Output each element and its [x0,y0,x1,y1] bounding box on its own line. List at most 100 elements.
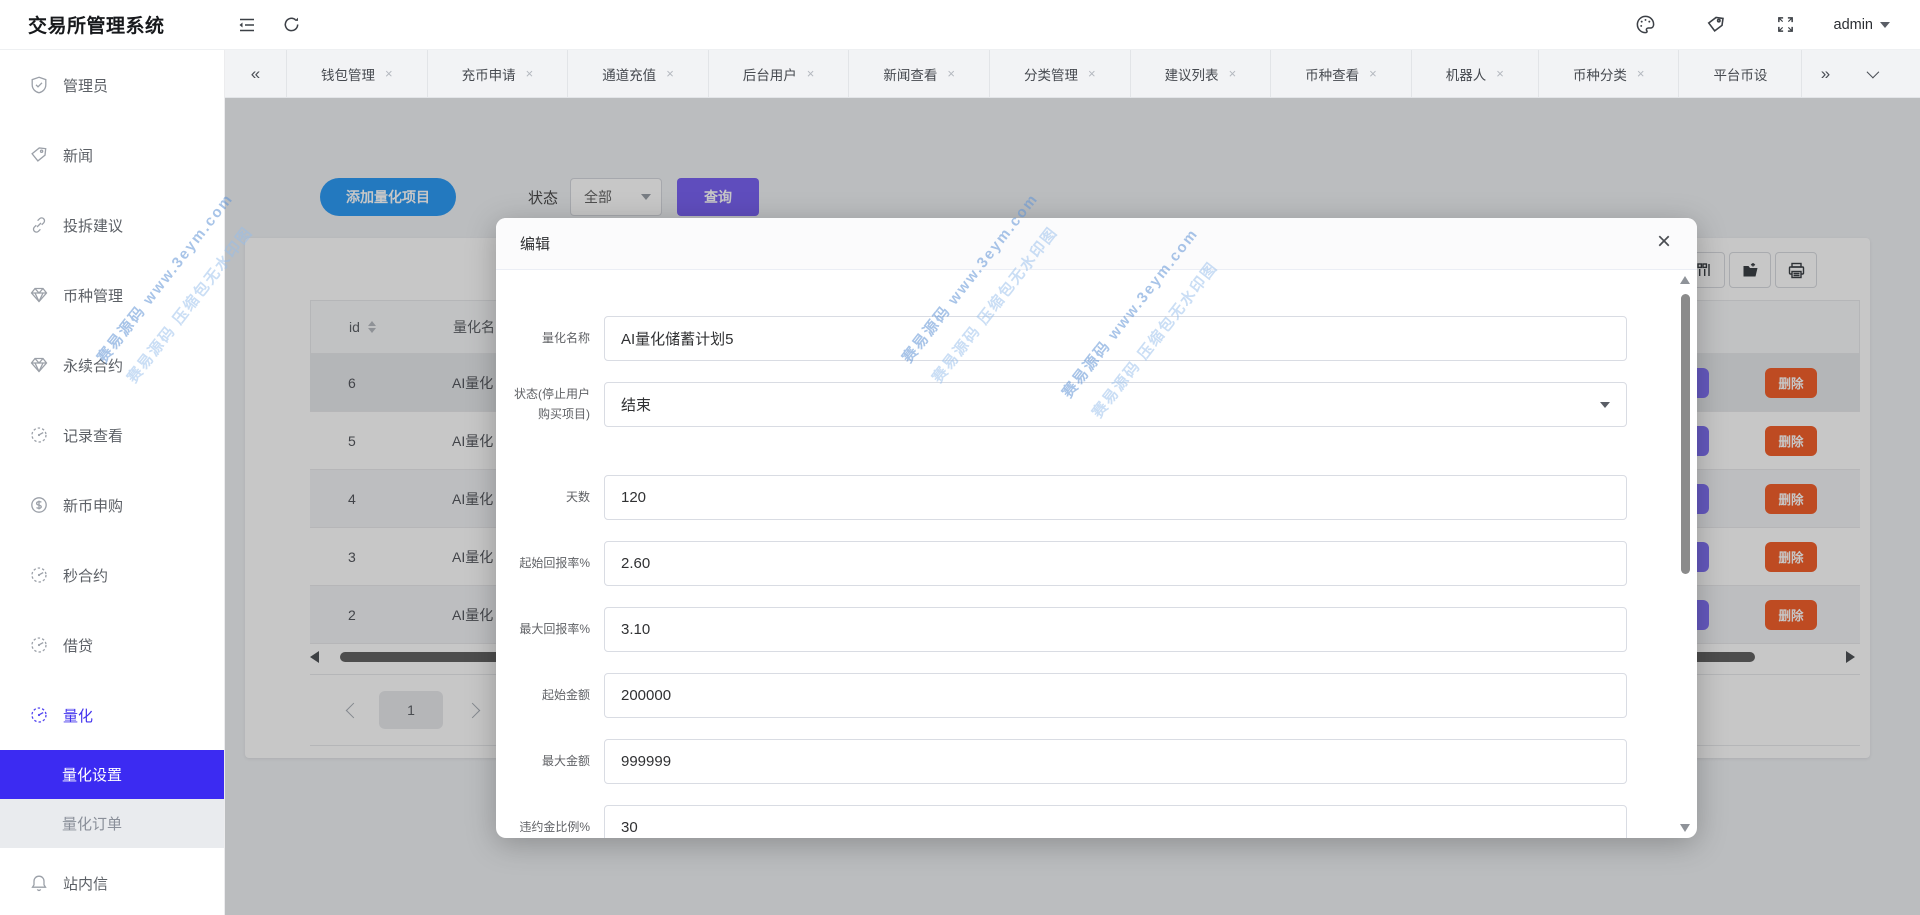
scroll-down-arrow-icon[interactable] [1680,824,1690,832]
sidebar-item-label: 新闻 [63,145,93,166]
collapse-menu-icon [237,15,257,35]
close-icon[interactable]: × [807,66,815,81]
dialog-scrollbar[interactable] [1679,276,1692,832]
sidebar-item-label: 永续合约 [63,355,123,376]
close-icon[interactable]: × [1088,66,1096,81]
sidebar-item-suggestions[interactable]: 投拆建议 [0,190,224,260]
tabs-scroll-left-button[interactable]: « [225,50,287,97]
sidebar-collapse-button[interactable] [225,0,269,50]
status-select[interactable]: 结束 [604,382,1627,427]
form-row: 天数 120 [504,475,1627,520]
close-icon[interactable]: × [1496,66,1504,81]
field-label: 最大金额 [504,752,590,771]
start-return-rate-input[interactable]: 2.60 [604,541,1627,586]
submenu-item-quant-orders[interactable]: 量化订单 [0,799,224,848]
tab-backend-users[interactable]: 后台用户× [709,50,850,97]
quant-submenu: 量化设置 量化订单 [0,750,224,848]
sidebar-item-messages[interactable]: 站内信 [0,848,224,915]
gem-icon [30,356,48,374]
tab-deposit-apply[interactable]: 充币申请× [428,50,569,97]
dialog-header: 编辑 [496,218,1697,270]
sidebar-item-label: 借贷 [63,635,93,656]
tab-channel-deposit[interactable]: 通道充值× [568,50,709,97]
gauge-icon [30,636,48,654]
tag-button[interactable] [1694,0,1738,50]
sidebar-item-label: 投拆建议 [63,215,123,236]
header-actions: admin [1624,0,1920,50]
max-return-rate-input[interactable]: 3.10 [604,607,1627,652]
tag-icon [1706,15,1726,35]
tab-news-view[interactable]: 新闻查看× [849,50,990,97]
dialog-title: 编辑 [520,233,550,254]
field-label: 状态(停止用户购买项目) [504,385,590,423]
close-icon[interactable]: × [385,66,393,81]
tab-suggestion-list[interactable]: 建议列表× [1131,50,1272,97]
dialog-close-button[interactable]: × [1657,230,1671,254]
close-icon[interactable]: × [526,66,534,81]
submenu-item-label: 量化订单 [62,813,122,834]
palette-icon [1635,14,1656,35]
form-row: 最大回报率% 3.10 [504,607,1627,652]
shield-check-icon [30,76,48,94]
edit-dialog: 编辑 × 量化名称 AI量化储蓄计划5 状态(停止用户购买项目) 结束 天数 1… [496,218,1697,838]
tab-category-manage[interactable]: 分类管理× [990,50,1131,97]
quant-name-input[interactable]: AI量化储蓄计划5 [604,316,1627,361]
close-icon[interactable]: × [947,66,955,81]
sidebar-item-second-contract[interactable]: 秒合约 [0,540,224,610]
start-amount-input[interactable]: 200000 [604,673,1627,718]
close-icon[interactable]: × [1369,66,1377,81]
max-amount-input[interactable]: 999999 [604,739,1627,784]
tabs-dropdown-button[interactable] [1848,50,1894,97]
days-input[interactable]: 120 [604,475,1627,520]
sidebar-item-coin-manage[interactable]: 币种管理 [0,260,224,330]
gauge-icon [30,706,48,724]
sidebar-item-news[interactable]: 新闻 [0,120,224,190]
sidebar-item-label: 记录查看 [63,425,123,446]
tabs-scroll-right-button[interactable]: » [1802,50,1848,97]
field-label: 天数 [504,488,590,507]
penalty-rate-input[interactable]: 30 [604,805,1627,838]
chevron-down-icon [1880,22,1890,28]
tag-icon [30,146,48,164]
username: admin [1834,17,1874,33]
close-icon[interactable]: × [1229,66,1237,81]
form-row: 状态(停止用户购买项目) 结束 [504,382,1627,427]
form-row: 量化名称 AI量化储蓄计划5 [504,316,1627,361]
theme-button[interactable] [1624,0,1668,50]
field-label: 违约金比例% [504,818,590,837]
user-menu[interactable]: admin [1834,17,1891,33]
tab-coin-view[interactable]: 币种查看× [1271,50,1412,97]
sidebar-item-label: 秒合约 [63,565,108,586]
sidebar-item-label: 币种管理 [63,285,123,306]
tab-platform-coin[interactable]: 平台币设 [1679,50,1802,97]
tab-bar: « 钱包管理× 充币申请× 通道充值× 后台用户× 新闻查看× 分类管理× 建议… [225,50,1920,98]
sidebar-item-perpetual[interactable]: 永续合约 [0,330,224,400]
field-label: 量化名称 [504,329,590,348]
bell-icon [30,874,48,892]
sidebar-item-label: 量化 [63,705,93,726]
sidebar-item-records[interactable]: 记录查看 [0,400,224,470]
fullscreen-button[interactable] [1764,0,1808,50]
sidebar-item-new-coin[interactable]: 新币申购 [0,470,224,540]
submenu-item-label: 量化设置 [62,764,122,785]
sidebar-item-admin[interactable]: 管理员 [0,50,224,120]
submenu-item-quant-settings[interactable]: 量化设置 [0,750,224,799]
sidebar-item-lending[interactable]: 借贷 [0,610,224,680]
fullscreen-icon [1776,15,1795,34]
link-icon [30,216,48,234]
dialog-body: 量化名称 AI量化储蓄计划5 状态(停止用户购买项目) 结束 天数 120 起始… [496,270,1697,838]
scroll-up-arrow-icon[interactable] [1680,276,1690,284]
sidebar-item-quant[interactable]: 量化 [0,680,224,750]
tab-coin-category[interactable]: 币种分类× [1539,50,1680,97]
close-icon[interactable]: × [1637,66,1645,81]
tab-wallet[interactable]: 钱包管理× [287,50,428,97]
close-icon[interactable]: × [666,66,674,81]
scrollbar-thumb[interactable] [1681,294,1690,574]
sidebar: 管理员 新闻 投拆建议 币种管理 永续合约 记录查看 新币申购 秒合约 [0,50,225,915]
refresh-icon [282,15,301,34]
sidebar-item-label: 新币申购 [63,495,123,516]
refresh-button[interactable] [269,0,313,50]
form-row: 起始金额 200000 [504,673,1627,718]
form-row: 起始回报率% 2.60 [504,541,1627,586]
tab-robot[interactable]: 机器人× [1412,50,1539,97]
